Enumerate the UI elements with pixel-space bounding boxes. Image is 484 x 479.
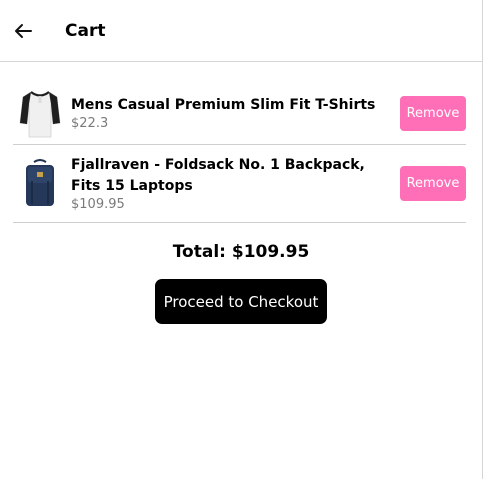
- app-header: Cart: [0, 0, 482, 62]
- item-title: Fjallraven - Foldsack No. 1 Backpack, Fi…: [71, 156, 365, 194]
- proceed-to-checkout-button[interactable]: Proceed to Checkout: [155, 279, 327, 324]
- cart-item-list: Mens Casual Premium Slim Fit T-Shirts $2…: [13, 83, 466, 223]
- cart-item: Mens Casual Premium Slim Fit T-Shirts $2…: [13, 83, 466, 145]
- cart-total: Total: $109.95: [172, 242, 310, 262]
- item-info: Fjallraven - Foldsack No. 1 Backpack, Fi…: [71, 155, 388, 213]
- cart-page: Cart Mens Casual Premium Slim Fit T-Shir…: [0, 0, 483, 479]
- remove-button[interactable]: Remove: [400, 96, 466, 131]
- product-image[interactable]: [17, 89, 63, 139]
- page-title: Cart: [65, 20, 106, 41]
- cart-item: Fjallraven - Foldsack No. 1 Backpack, Fi…: [13, 145, 466, 223]
- item-price: $22.3: [71, 116, 109, 131]
- item-price: $109.95: [71, 196, 125, 212]
- product-image[interactable]: [17, 158, 63, 209]
- item-title: Mens Casual Premium Slim Fit T-Shirts: [71, 97, 376, 113]
- back-button[interactable]: [13, 21, 33, 41]
- remove-button[interactable]: Remove: [400, 166, 466, 201]
- arrow-left-icon: [15, 23, 32, 38]
- backpack-image: [26, 158, 54, 206]
- checkout-container: Proceed to Checkout: [0, 279, 482, 324]
- tshirt-image: [19, 90, 61, 137]
- item-info: Mens Casual Premium Slim Fit T-Shirts $2…: [71, 95, 388, 132]
